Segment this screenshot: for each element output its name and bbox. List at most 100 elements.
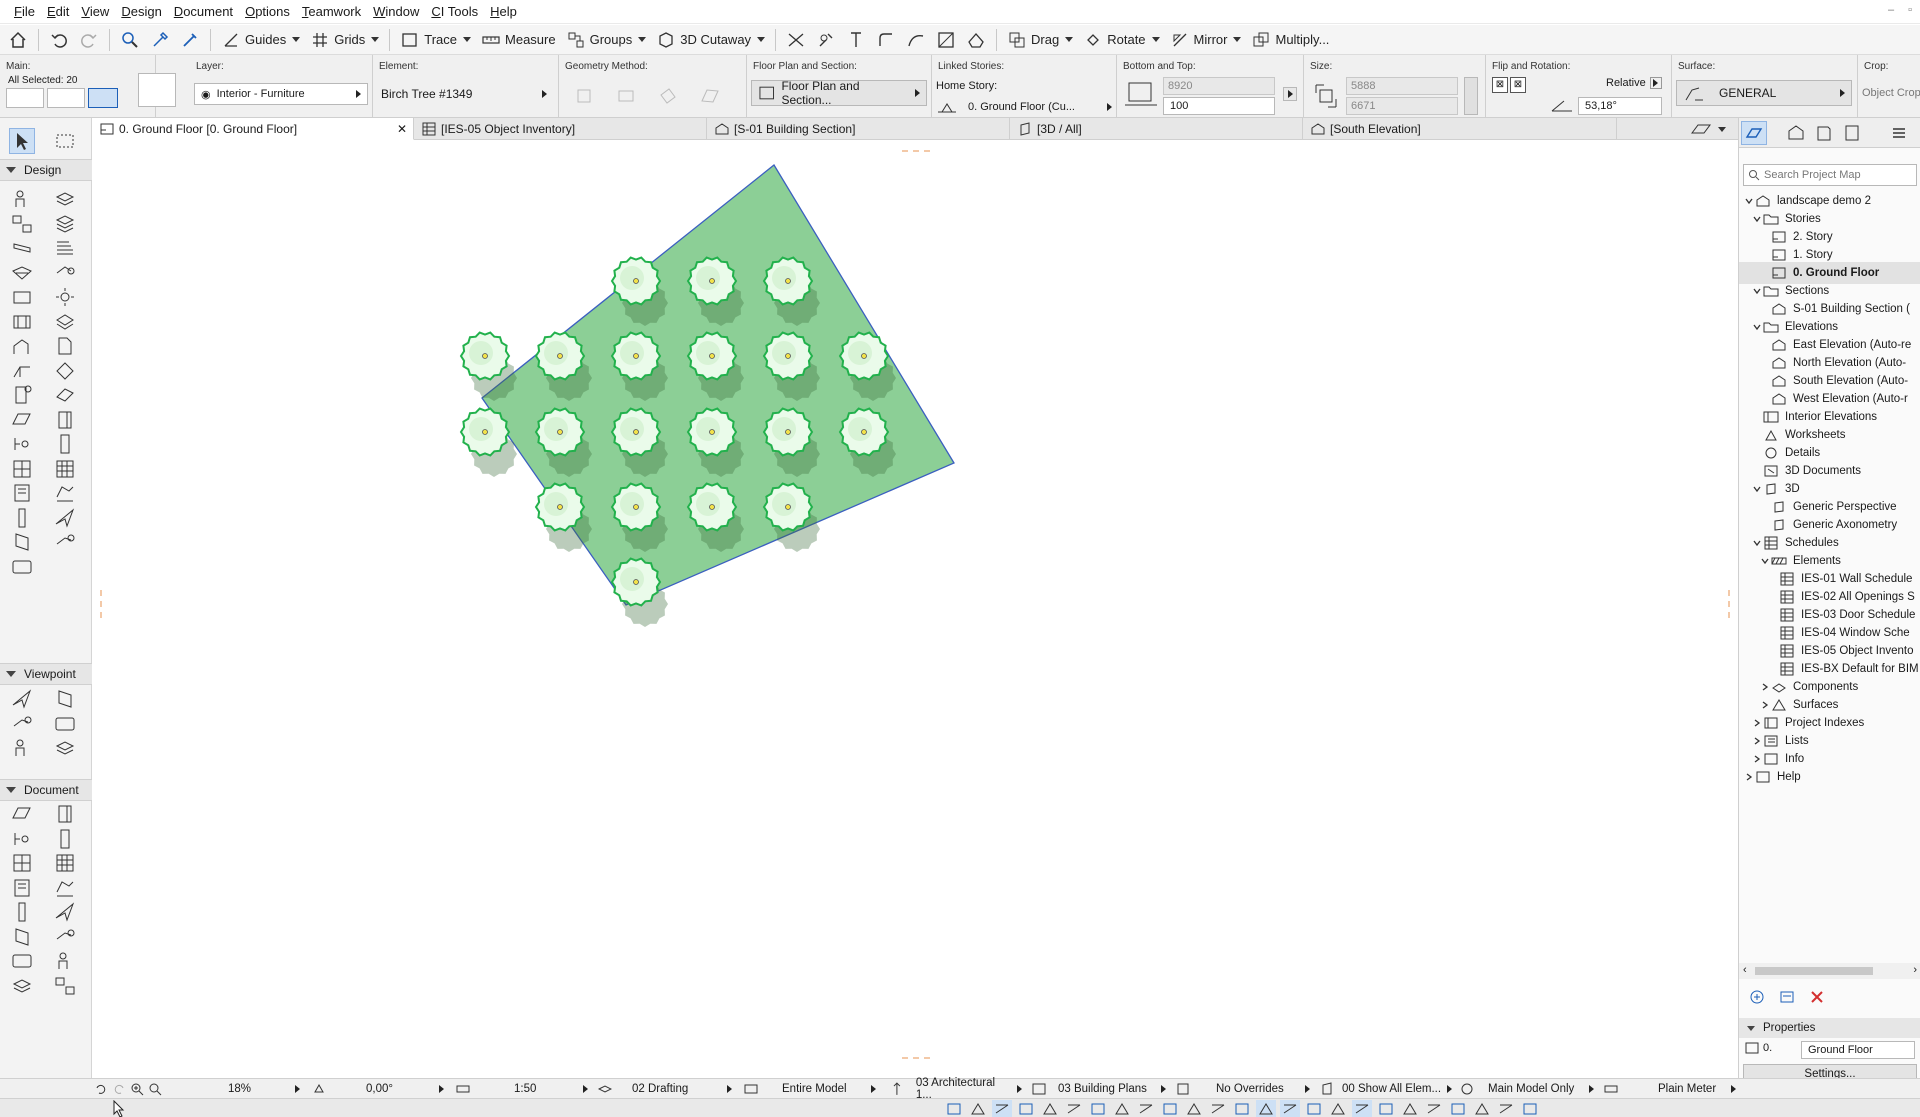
relative-toggle[interactable]: Relative: [1606, 77, 1662, 89]
fillet-button[interactable]: [872, 27, 900, 53]
plan-drawing[interactable]: [92, 140, 1738, 1078]
design-opening-tool[interactable]: [52, 382, 78, 408]
tab-3d[interactable]: [3D / All]: [1010, 118, 1303, 140]
floor-plan-canvas[interactable]: [92, 140, 1738, 1078]
design-mesh-tool[interactable]: [9, 382, 35, 408]
dropdown-arrow[interactable]: [1065, 37, 1074, 42]
viewpoint-elevation-tool[interactable]: [52, 686, 78, 712]
tree-hotspot[interactable]: [633, 504, 639, 510]
document-label-tool[interactable]: [52, 850, 78, 876]
zoom-redo-icon[interactable]: [112, 1082, 126, 1096]
project-map-search[interactable]: Search Project Map: [1743, 164, 1917, 186]
text-abc-button[interactable]: [1400, 1100, 1420, 1117]
document-grid-element-tool[interactable]: [52, 875, 78, 901]
tab-south-elevation[interactable]: [South Elevation]: [1303, 118, 1617, 140]
document-angle-dimension-tool[interactable]: [52, 826, 78, 852]
document-circle-tool[interactable]: [52, 899, 78, 925]
tree-hotspot[interactable]: [709, 429, 715, 435]
snap-guides-button[interactable]: [944, 1100, 964, 1117]
scroll-left-icon[interactable]: ‹: [1743, 964, 1747, 976]
structural-select[interactable]: Main Model Only: [1460, 1079, 1594, 1099]
tab-options[interactable]: [1690, 121, 1726, 137]
dropdown-arrow[interactable]: [757, 37, 766, 42]
publisher-tab[interactable]: [1839, 121, 1865, 145]
design-zone-tool[interactable]: [52, 358, 78, 384]
size-b-field[interactable]: 6671: [1346, 97, 1458, 115]
tree-hotspot[interactable]: [557, 353, 563, 359]
design-corner-window-tool[interactable]: [9, 407, 35, 433]
viewpoint-camera-tool[interactable]: [52, 735, 78, 761]
fill-icon-b-button[interactable]: [1040, 1100, 1060, 1117]
layer-combo-select[interactable]: 02 Drafting: [598, 1079, 732, 1099]
scroll-right-icon[interactable]: ›: [1913, 964, 1917, 976]
design-roof-tool[interactable]: [9, 284, 35, 310]
curve-button[interactable]: [902, 27, 930, 53]
hatch-a-button[interactable]: [1136, 1100, 1156, 1117]
zoom-undo-icon[interactable]: [94, 1082, 108, 1096]
drag-button[interactable]: Drag: [1003, 27, 1077, 53]
size-lock-button[interactable]: [1464, 77, 1478, 115]
multiply-button[interactable]: Multiply...: [1247, 27, 1333, 53]
selection-filter-button[interactable]: [6, 88, 44, 108]
design-window-tool[interactable]: [52, 235, 78, 261]
roof-button[interactable]: [962, 27, 990, 53]
magnifier-button[interactable]: [1304, 1100, 1324, 1117]
view-toggle-button[interactable]: [1280, 1100, 1300, 1117]
design-door-2-tool[interactable]: [9, 480, 35, 506]
gravity-roof-button[interactable]: [1232, 1100, 1252, 1117]
top-elevation-field[interactable]: 8920: [1163, 77, 1275, 95]
tree-hotspot[interactable]: [557, 504, 563, 510]
tree-hotspot[interactable]: [633, 579, 639, 585]
design-object-tool[interactable]: [9, 260, 35, 286]
surface-select[interactable]: GENERAL: [1676, 80, 1852, 106]
marquee-button[interactable]: [47, 88, 85, 108]
tree-hotspot[interactable]: [709, 353, 715, 359]
groups-button[interactable]: Groups: [562, 27, 651, 53]
flip-v-button[interactable]: ⊠: [1510, 77, 1526, 93]
menu-teamwork[interactable]: Teamwork: [296, 0, 367, 24]
zoom-select[interactable]: 18%: [228, 1079, 300, 1099]
viewpoint-worksheet-tool[interactable]: [52, 711, 78, 737]
dropdown-arrow[interactable]: [1233, 37, 1242, 42]
document-fill-tool[interactable]: [9, 948, 35, 974]
dropdown-arrow[interactable]: [463, 37, 472, 42]
schedule-button[interactable]: [1520, 1100, 1540, 1117]
document-section[interactable]: Document: [0, 779, 92, 801]
tree-hotspot[interactable]: [785, 353, 791, 359]
overrides-select[interactable]: No Overrides: [1176, 1079, 1310, 1099]
design-skylight-2-tool[interactable]: [9, 431, 35, 457]
dropdown-arrow[interactable]: [1151, 37, 1160, 42]
tree-hotspot[interactable]: [709, 278, 715, 284]
tree-hotspot[interactable]: [785, 504, 791, 510]
flip-h-button[interactable]: ⊠: [1492, 77, 1508, 93]
menu-options[interactable]: Options: [239, 0, 296, 24]
delete-icon[interactable]: [1809, 989, 1825, 1005]
fit-window-icon[interactable]: [148, 1082, 162, 1096]
magic-wand-button[interactable]: [88, 88, 118, 108]
tree-hotspot[interactable]: [861, 353, 867, 359]
viewpoint-section-tool[interactable]: [9, 686, 35, 712]
menu-help[interactable]: Help: [484, 0, 523, 24]
adjust-button[interactable]: [842, 27, 870, 53]
curve-b-button[interactable]: [1448, 1100, 1468, 1117]
document-level-dimension-tool[interactable]: [52, 801, 78, 827]
layout-a-button[interactable]: [1352, 1100, 1372, 1117]
scale-select[interactable]: 1:50: [456, 1079, 588, 1099]
orientation-select[interactable]: 0,00°: [312, 1079, 444, 1099]
chevron-right-icon[interactable]: [1759, 699, 1771, 711]
top-resize-handle[interactable]: [902, 150, 930, 152]
hatch-b-button[interactable]: [1160, 1100, 1180, 1117]
chevron-down-icon[interactable]: [1751, 321, 1763, 333]
rotate-button[interactable]: Rotate: [1079, 27, 1163, 53]
chevron-right-icon[interactable]: [1751, 735, 1763, 747]
design-terrain-tool[interactable]: [9, 505, 35, 531]
navigator-menu-button[interactable]: [1887, 121, 1913, 145]
layout-book-tab[interactable]: [1811, 121, 1837, 145]
document-radial-dimension-tool[interactable]: [9, 826, 35, 852]
left-resize-handle[interactable]: [100, 590, 102, 618]
object-settings-button[interactable]: [138, 73, 176, 107]
tab-building-section[interactable]: [S-01 Building Section]: [707, 118, 1010, 140]
menu-edit[interactable]: Edit: [41, 0, 75, 24]
viewpoint-interior-elevation-tool[interactable]: [9, 711, 35, 737]
document-dimension-tool[interactable]: [9, 801, 35, 827]
